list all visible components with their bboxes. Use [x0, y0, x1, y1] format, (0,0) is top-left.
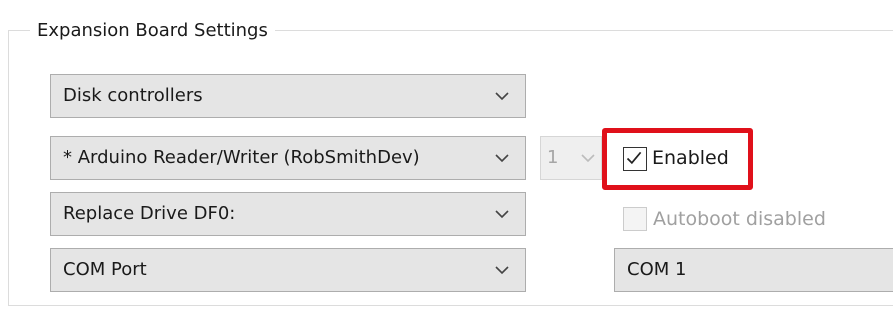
replace-drive-dropdown[interactable]: Replace Drive DF0: — [50, 192, 526, 236]
board-dropdown-value: * Arduino Reader/Writer (RobSmithDev) — [63, 147, 420, 168]
port-type-dropdown[interactable]: COM Port — [50, 248, 526, 292]
port-type-value: COM Port — [63, 259, 147, 280]
board-index-value: 1 — [547, 147, 559, 168]
highlight-box — [602, 128, 753, 190]
chevron-down-icon — [495, 210, 509, 219]
chevron-down-icon — [495, 154, 509, 163]
chevron-down-icon — [495, 266, 509, 275]
category-dropdown[interactable]: Disk controllers — [50, 74, 526, 118]
board-dropdown[interactable]: * Arduino Reader/Writer (RobSmithDev) — [50, 136, 526, 180]
com-port-value: COM 1 — [627, 259, 687, 280]
chevron-down-icon — [495, 92, 509, 101]
expansion-settings-panel: Expansion Board Settings Disk controller… — [0, 0, 893, 311]
autoboot-label: Autoboot disabled — [653, 208, 826, 230]
replace-drive-value: Replace Drive DF0: — [63, 203, 236, 224]
board-index-dropdown: 1 — [540, 136, 602, 180]
group-title: Expansion Board Settings — [30, 16, 275, 46]
com-port-dropdown[interactable]: COM 1 — [614, 248, 893, 292]
chevron-down-icon — [581, 154, 595, 163]
category-dropdown-value: Disk controllers — [63, 85, 203, 106]
autoboot-checkbox — [623, 207, 647, 231]
